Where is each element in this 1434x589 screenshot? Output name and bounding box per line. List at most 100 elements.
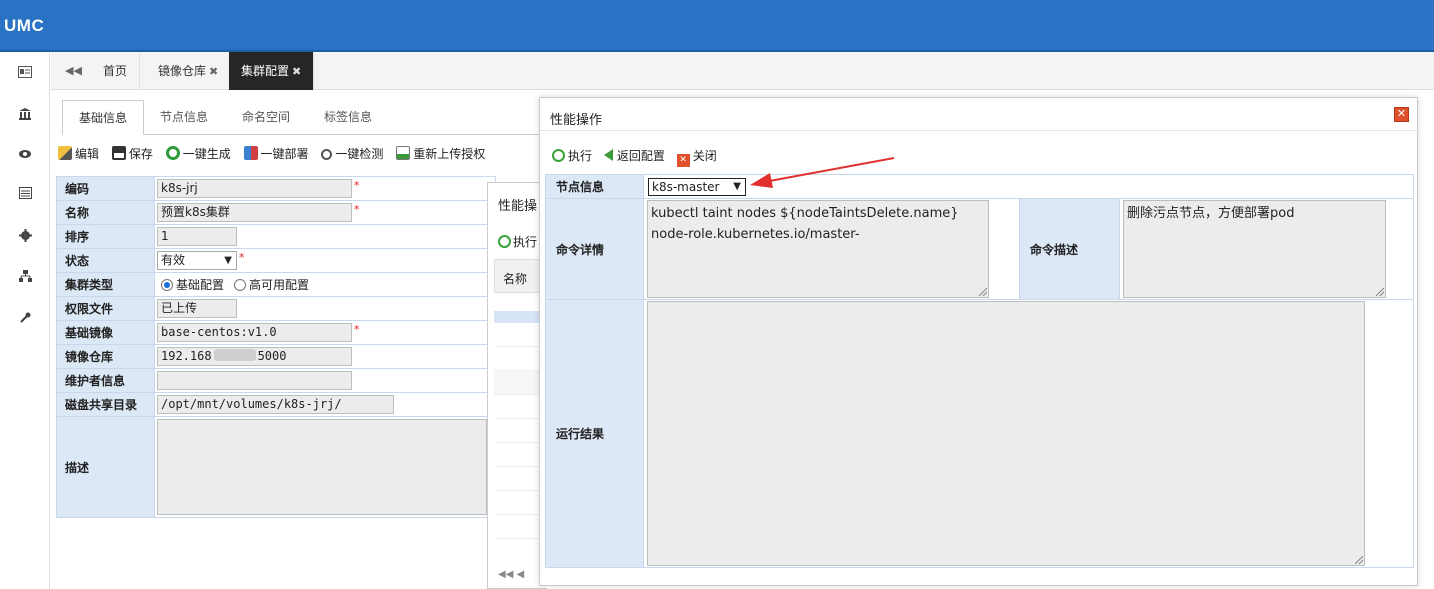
node-select[interactable]: k8s-master ▼ xyxy=(648,177,746,196)
cmd-desc-textarea[interactable]: 删除污点节点，方便部署pod xyxy=(1123,200,1386,298)
annotation-arrow-icon xyxy=(750,157,895,188)
form-row: 节点信息 k8s-master ▼ xyxy=(545,174,1414,199)
desc-textarea[interactable] xyxy=(157,419,487,515)
tab-label-info[interactable]: 标签信息 xyxy=(308,100,388,135)
chevron-down-icon: ▼ xyxy=(733,180,741,192)
inner-tabs: 基础信息 节点信息 命名空间 标签信息 xyxy=(62,100,542,135)
floppy-icon xyxy=(111,146,126,160)
disk-dir-input[interactable]: /opt/mnt/volumes/k8s-jrj/ xyxy=(157,395,394,414)
form-row: 编码 k8s-jrj * xyxy=(56,176,496,201)
cmd-detail-label: 命令详情 xyxy=(545,198,644,300)
form-row: 排序 1 xyxy=(56,224,496,249)
page-tab-label: 集群配置 xyxy=(241,64,290,78)
refresh-icon xyxy=(165,146,180,160)
code-label: 编码 xyxy=(56,176,155,201)
dialog-close-button[interactable]: ✕ 关闭 xyxy=(676,147,717,167)
page-tab-label: 首页 xyxy=(103,64,128,78)
basic-info-form: 编码 k8s-jrj * 名称 预置k8s集群 * 排序 1 状态 有效 ▼ * 集群类… xyxy=(56,176,496,518)
app-brand: UMC xyxy=(4,16,45,35)
cmd-desc-label: 命令描述 xyxy=(1019,198,1120,300)
back-arrow-icon xyxy=(603,149,613,161)
perf-operation-dialog: 性能操作 ✕ 执行 返回配置 ✕ 关闭 节点信息 k8s-master ▼ 命令详情… xyxy=(539,97,1418,586)
bg-dialog-title: 性能操 xyxy=(498,199,538,214)
id-card-icon[interactable] xyxy=(17,66,33,82)
reupload-button[interactable]: 重新上传授权 xyxy=(396,145,485,162)
tabs-back-icon[interactable]: ◀◀ xyxy=(65,64,82,77)
base-image-input[interactable]: base-centos:v1.0 xyxy=(157,323,352,342)
resize-grip-icon[interactable] xyxy=(979,288,987,296)
generate-button[interactable]: 一键生成 xyxy=(165,145,231,162)
play-icon xyxy=(552,149,565,162)
form-row: 基础镜像 base-centos:v1.0 * xyxy=(56,320,496,345)
background-dialog: 性能操 执行 名称 ◀◀ ◀ xyxy=(487,182,548,589)
run-result-label: 运行结果 xyxy=(545,299,644,568)
perm-file-input[interactable]: 已上传 xyxy=(157,299,237,318)
pager-first-icon[interactable]: ◀◀ ◀ xyxy=(498,569,524,580)
page-tab-image-repo[interactable]: 镜像仓库 ✖ xyxy=(146,52,232,90)
node-info-label: 节点信息 xyxy=(545,174,644,199)
form-row: 集群类型 基础配置 高可用配置 xyxy=(56,272,496,297)
wrench-icon[interactable] xyxy=(17,312,33,328)
page-tab-home[interactable]: 首页 xyxy=(91,52,141,90)
chevron-down-icon: ▼ xyxy=(224,255,232,266)
page-tab-cluster-config[interactable]: 集群配置 ✖ xyxy=(229,52,315,90)
run-result-textarea[interactable] xyxy=(647,301,1365,566)
disk-dir-label: 磁盘共享目录 xyxy=(56,392,155,417)
upload-icon xyxy=(396,146,411,160)
status-select[interactable]: 有效 ▼ xyxy=(157,251,237,270)
tab-basic-info[interactable]: 基础信息 xyxy=(62,100,145,135)
order-input[interactable]: 1 xyxy=(157,227,237,246)
resize-grip-icon[interactable] xyxy=(1355,556,1363,564)
close-icon[interactable]: ✕ xyxy=(1394,107,1409,122)
page-tab-label: 镜像仓库 xyxy=(158,64,207,78)
tab-namespace[interactable]: 命名空间 xyxy=(226,100,306,135)
form-row: 磁盘共享目录 /opt/mnt/volumes/k8s-jrj/ xyxy=(56,392,496,417)
form-row: 镜像仓库 192.168 5000 xyxy=(56,344,496,369)
repo-label: 镜像仓库 xyxy=(56,344,155,369)
list-icon[interactable] xyxy=(17,187,33,203)
eye-icon[interactable] xyxy=(17,147,33,163)
form-row: 命令详情 kubectl taint nodes ${nodeTaintsDel… xyxy=(545,198,1414,300)
form-toolbar: 编辑 保存 一键生成 一键部署 一键检测 重新上传授权 xyxy=(58,145,548,165)
required-mark: * xyxy=(354,323,360,336)
cluster-type-label: 集群类型 xyxy=(56,272,155,297)
bg-name-column: 名称 xyxy=(503,272,528,286)
gear-icon[interactable] xyxy=(17,229,33,245)
save-button[interactable]: 保存 xyxy=(111,145,153,162)
perm-file-label: 权限文件 xyxy=(56,296,155,321)
name-input[interactable]: 预置k8s集群 xyxy=(157,203,352,222)
left-rail xyxy=(0,52,50,589)
dialog-toolbar: 执行 返回配置 ✕ 关闭 xyxy=(552,147,725,167)
resize-grip-icon[interactable] xyxy=(1376,288,1384,296)
cmd-detail-textarea[interactable]: kubectl taint nodes ${nodeTaintsDelete.n… xyxy=(647,200,989,298)
close-icon[interactable]: ✖ xyxy=(209,65,218,78)
bank-icon[interactable] xyxy=(17,107,33,123)
status-label: 状态 xyxy=(56,248,155,273)
radio-ha-label: 高可用配置 xyxy=(249,278,310,292)
deploy-button[interactable]: 一键部署 xyxy=(243,145,309,162)
check-button[interactable]: 一键检测 xyxy=(321,145,383,162)
play-icon xyxy=(498,235,511,248)
network-icon[interactable] xyxy=(17,270,33,286)
code-input[interactable]: k8s-jrj xyxy=(157,179,352,198)
form-row: 维护者信息 xyxy=(56,368,496,393)
form-row: 运行结果 xyxy=(545,299,1414,568)
required-mark: * xyxy=(354,203,360,216)
base-image-label: 基础镜像 xyxy=(56,320,155,345)
back-to-config-button[interactable]: 返回配置 xyxy=(603,147,665,164)
deploy-icon xyxy=(243,146,258,160)
form-row: 权限文件 已上传 xyxy=(56,296,496,321)
close-icon[interactable]: ✖ xyxy=(292,65,301,78)
edit-button[interactable]: 编辑 xyxy=(58,145,99,162)
execute-button[interactable]: 执行 xyxy=(552,147,592,164)
top-bar: UMC xyxy=(0,0,1434,52)
bg-exec-button[interactable]: 执行 xyxy=(498,233,537,250)
required-mark: * xyxy=(239,251,245,264)
radio-ha[interactable] xyxy=(234,279,247,291)
form-row: 名称 预置k8s集群 * xyxy=(56,200,496,225)
radio-basic[interactable] xyxy=(161,279,173,291)
tab-node-info[interactable]: 节点信息 xyxy=(144,100,224,135)
repo-input[interactable]: 192.168 5000 xyxy=(157,347,352,366)
maintainer-input[interactable] xyxy=(157,371,352,390)
pencil-icon xyxy=(58,146,72,160)
